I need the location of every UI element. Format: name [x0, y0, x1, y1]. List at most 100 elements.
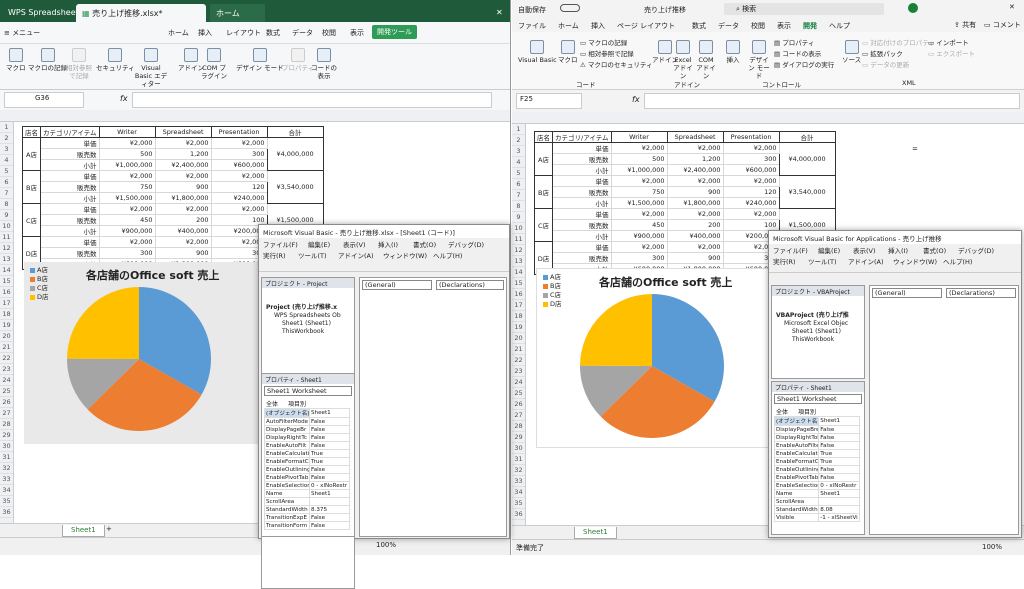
data-cell[interactable]: 販売数: [40, 148, 100, 160]
data-cell[interactable]: 小計: [552, 230, 612, 242]
data-cell[interactable]: 販売数: [552, 186, 612, 198]
property-value[interactable]: 0 - xlNoRestr: [309, 481, 350, 490]
store-name-cell[interactable]: B店: [22, 170, 41, 204]
data-cell[interactable]: ¥2,000: [722, 208, 780, 220]
relative-ref-button[interactable]: ▭ 相対参照で記録: [580, 49, 653, 60]
property-value[interactable]: Sheet1: [309, 408, 350, 418]
property-row[interactable]: Name Sheet1: [773, 489, 860, 498]
data-cell[interactable]: 小計: [40, 192, 100, 204]
data-cell[interactable]: 120: [722, 186, 780, 198]
vbe-menu-item[interactable]: デバッグ(D): [448, 239, 484, 249]
data-cell[interactable]: ¥2,000: [610, 175, 668, 187]
menu-insert[interactable]: 挿入: [198, 28, 212, 38]
data-cell[interactable]: ¥240,000: [210, 192, 268, 204]
record-macro-button[interactable]: マクロの記録: [28, 48, 67, 72]
tab-home[interactable]: ホーム: [210, 4, 265, 22]
header-cell[interactable]: 合計: [778, 131, 836, 143]
store-name-cell[interactable]: C店: [22, 203, 41, 237]
data-cell[interactable]: ¥2,000: [154, 236, 212, 248]
header-cell[interactable]: Spreadsheet: [154, 126, 212, 138]
formula-input[interactable]: [644, 93, 1020, 109]
header-cell[interactable]: 店名: [534, 131, 553, 143]
total-cell[interactable]: ¥3,540,000: [778, 175, 836, 209]
data-cell[interactable]: 小計: [552, 164, 612, 176]
property-row[interactable]: ScrollArea: [264, 497, 350, 506]
property-row[interactable]: EnableCalculati True: [264, 449, 350, 458]
header-cell[interactable]: 店名: [22, 126, 41, 138]
zoom-level[interactable]: 100%: [376, 541, 396, 549]
property-value[interactable]: False: [309, 513, 350, 522]
vbe-menu-item[interactable]: デバッグ(D): [958, 245, 994, 255]
search-box[interactable]: ⌕ 検索: [724, 3, 884, 15]
property-row[interactable]: EnableFormatCc True: [264, 457, 350, 466]
data-cell[interactable]: 120: [210, 181, 268, 193]
vbe-menu-item[interactable]: 書式(O): [923, 245, 946, 255]
code-pane[interactable]: (General) (Declarations): [869, 285, 1019, 535]
ribbon-tab-6[interactable]: 校閲: [751, 21, 765, 31]
data-cell[interactable]: ¥2,000: [98, 170, 156, 182]
data-cell[interactable]: ¥2,000: [210, 170, 268, 182]
property-value[interactable]: True: [818, 457, 860, 466]
property-row[interactable]: TransitionExpE False: [264, 513, 350, 522]
data-cell[interactable]: 300: [98, 247, 156, 259]
object-select[interactable]: Sheet1 Worksheet: [264, 386, 352, 396]
data-cell[interactable]: 300: [210, 148, 268, 160]
data-cell[interactable]: 300: [610, 252, 668, 264]
design-mode-button[interactable]: デザイン モード: [236, 48, 284, 72]
ribbon-tab-2[interactable]: 挿入: [591, 21, 605, 31]
data-cell[interactable]: 販売数: [552, 153, 612, 165]
data-cell[interactable]: ¥2,000: [666, 208, 724, 220]
menu-formula[interactable]: 数式: [266, 28, 280, 38]
close-icon[interactable]: ✕: [1009, 3, 1015, 11]
data-cell[interactable]: ¥2,000: [98, 236, 156, 248]
data-cell[interactable]: 500: [610, 153, 668, 165]
general-select[interactable]: (General): [362, 280, 432, 290]
data-cell[interactable]: ¥1,800,000: [154, 192, 212, 204]
data-cell[interactable]: 900: [666, 252, 724, 264]
data-cell[interactable]: ¥2,000: [610, 241, 668, 253]
data-cell[interactable]: 450: [610, 219, 668, 231]
vbe-menu-item[interactable]: 書式(O): [413, 239, 436, 249]
tab-alphabetic[interactable]: 全体: [266, 399, 278, 408]
data-cell[interactable]: ¥2,000: [98, 203, 156, 215]
data-cell[interactable]: 小計: [40, 159, 100, 171]
macro-button[interactable]: マクロ: [558, 40, 578, 64]
data-cell[interactable]: 450: [98, 214, 156, 226]
property-row[interactable]: StandardWidth 8.375: [264, 505, 350, 514]
header-cell[interactable]: 合計: [266, 126, 324, 138]
pie-slice-D店[interactable]: [580, 294, 652, 366]
data-cell[interactable]: ¥1,500,000: [610, 197, 668, 209]
tree-project[interactable]: Project (売り上げ推移.x: [266, 304, 341, 312]
vbe-menu-item[interactable]: 編集(E): [308, 239, 330, 249]
data-cell[interactable]: 販売数: [40, 214, 100, 226]
pie-chart[interactable]: 各店舗のOffice soft 売上 A店 B店 C店 D店: [536, 268, 772, 448]
data-cell[interactable]: 100: [722, 219, 780, 231]
ribbon-tab-5[interactable]: データ: [718, 21, 739, 31]
data-cell[interactable]: ¥2,000: [722, 142, 780, 154]
close-icon[interactable]: ✕: [490, 4, 509, 22]
property-row[interactable]: Visible -1 - xlSheetVi: [773, 513, 860, 522]
property-row[interactable]: TransitionForm False: [264, 521, 350, 530]
total-cell[interactable]: ¥4,000,000: [266, 137, 324, 171]
data-cell[interactable]: 900: [154, 247, 212, 259]
property-row[interactable]: EnableOutlining False: [264, 465, 350, 474]
property-row[interactable]: EnableSelection 0 - xlNoRestr: [264, 481, 350, 490]
ribbon-tab-0[interactable]: ファイル: [518, 21, 546, 31]
data-cell[interactable]: ¥2,000: [666, 241, 724, 253]
property-row[interactable]: StandardWidth 8.08: [773, 505, 860, 514]
tree-sheet1[interactable]: Sheet1 (Sheet1): [266, 320, 341, 328]
declarations-select[interactable]: (Declarations): [436, 280, 504, 290]
data-cell[interactable]: 300: [722, 153, 780, 165]
data-cell[interactable]: 単価: [552, 142, 612, 154]
data-cell[interactable]: ¥600,000: [722, 164, 780, 176]
data-cell[interactable]: ¥1,500,000: [98, 192, 156, 204]
tab-categorized[interactable]: 項目別: [288, 399, 306, 408]
data-cell[interactable]: ¥2,000: [154, 203, 212, 215]
sheet-tab[interactable]: Sheet1: [574, 527, 617, 539]
relative-ref-button[interactable]: 相対参照で記録: [66, 48, 92, 80]
data-cell[interactable]: ¥600,000: [210, 159, 268, 171]
data-cell[interactable]: 200: [154, 214, 212, 226]
tree-project[interactable]: VBAProject (売り上げ推: [776, 312, 849, 320]
property-value[interactable]: False: [309, 433, 350, 442]
property-value[interactable]: False: [818, 473, 860, 482]
